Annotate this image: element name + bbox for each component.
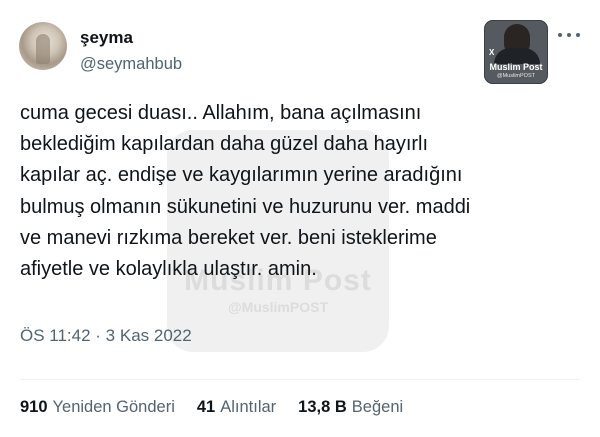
likes-stat[interactable]: 13,8 B Beğeni — [298, 398, 403, 417]
tweet-line: ve manevi rızkıma bereket ver. beni iste… — [20, 226, 437, 249]
divider — [20, 379, 580, 380]
likes-count: 13,8 B — [298, 398, 347, 416]
logo-subtitle: @MuslimPOST — [497, 73, 535, 79]
display-name[interactable]: şeyma — [80, 28, 133, 48]
logo-name: Muslim Post — [489, 62, 543, 72]
tweet-line: kapılar aç. endişe ve kaygılarımın yerin… — [20, 164, 463, 187]
x-logo-icon: X — [489, 48, 495, 57]
watermark-subtitle: @MuslimPOST — [228, 299, 328, 315]
muslim-post-logo: X Muslim Post @MuslimPOST — [484, 20, 548, 84]
quotes-label: Alıntılar — [220, 398, 277, 416]
tweet-line: beklediğim kapılardan daha güzel daha ha… — [20, 133, 429, 156]
likes-label: Beğeni — [351, 398, 404, 416]
avatar-figure — [36, 34, 50, 64]
reposts-count: 910 — [20, 398, 48, 416]
engagement-stats: 910 Yeniden Gönderi 41 Alıntılar 13,8 B Beğ… — [20, 398, 403, 417]
tweet-timestamp[interactable]: ÖS 11:42 · 3 Kas 2022 — [20, 326, 192, 346]
more-options-icon[interactable] — [558, 30, 580, 40]
tweet-line: afiyetle ve kolaylıkla ulaştır. amin. — [20, 258, 317, 281]
quotes-stat[interactable]: 41 Alıntılar — [197, 398, 276, 417]
tweet-text: cuma gecesi duası.. Allahım, bana açılma… — [20, 98, 560, 285]
tweet-line: bulmuş olmanın sükunetini ve huzurunu ve… — [20, 195, 471, 218]
tweet-line: cuma gecesi duası.. Allahım, bana açılma… — [20, 102, 422, 124]
user-handle[interactable]: @seymahbub — [80, 55, 182, 74]
quotes-count: 41 — [196, 398, 216, 416]
reposts-label: Yeniden Gönderi — [52, 398, 175, 416]
reposts-stat[interactable]: 910 Yeniden Gönderi — [20, 398, 175, 417]
avatar[interactable] — [19, 22, 67, 70]
